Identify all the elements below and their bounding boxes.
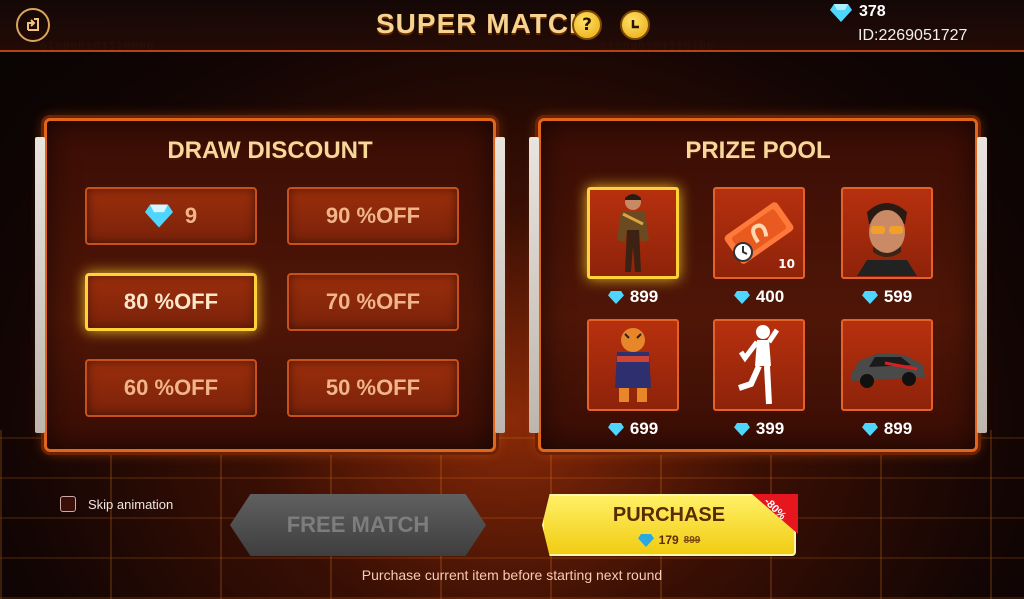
discount-option-90[interactable]: 90 %OFF — [287, 187, 459, 245]
prize-item-portrait[interactable] — [841, 187, 933, 279]
discount-label: 90 %OFF — [325, 203, 421, 228]
diamond-icon — [607, 290, 624, 304]
prize-item-car[interactable] — [841, 319, 933, 411]
skip-animation-label: Skip animation — [88, 496, 174, 512]
diamond-icon — [830, 4, 852, 22]
prize-price: 699 — [587, 419, 679, 439]
discount-label: 9 — [184, 203, 198, 228]
skip-animation-checkbox[interactable] — [60, 496, 76, 512]
prize-pool-panel: PRIZE POOL 10 899 400 599 699 399 899 — [529, 118, 987, 452]
footer-note: Purchase current item before starting ne… — [361, 567, 663, 583]
pet-tiger-icon — [615, 328, 651, 402]
top-bar: SUPER MATCH ? 378 ID:2269051727 — [0, 0, 1024, 52]
prize-price: 899 — [587, 287, 679, 307]
prize-item-character[interactable] — [587, 187, 679, 279]
diamond-icon — [144, 204, 173, 228]
discount-label: 60 %OFF — [123, 375, 219, 400]
diamond-icon — [861, 290, 878, 304]
purchase-price-value: 179 — [658, 533, 679, 547]
character-portrait-icon — [857, 203, 917, 276]
purchase-old-price: 899 — [683, 534, 701, 546]
prize-price: 400 — [713, 287, 805, 307]
gem-balance: 378 — [859, 3, 886, 20]
free-match-label: FREE MATCH — [286, 512, 430, 537]
purchase-button[interactable]: PURCHASE 179 899 — [542, 494, 796, 556]
price-value: 899 — [883, 419, 913, 438]
discount-option-60[interactable]: 60 %OFF — [85, 359, 257, 417]
prize-price: 599 — [841, 287, 933, 307]
help-button[interactable]: ? — [572, 10, 602, 40]
draw-discount-panel: DRAW DISCOUNT 9 90 %OFF 80 %OFF 70 %OFF … — [35, 118, 505, 452]
draw-discount-title: DRAW DISCOUNT — [167, 137, 373, 164]
history-button[interactable] — [620, 10, 650, 40]
discount-label: 80 %OFF — [123, 289, 219, 314]
price-value: 399 — [755, 419, 785, 438]
prize-item-pet[interactable] — [587, 319, 679, 411]
prize-pool-title: PRIZE POOL — [685, 137, 831, 164]
prize-item-ticket[interactable]: 10 — [713, 187, 805, 279]
price-value: 899 — [629, 287, 659, 306]
discount-label: 70 %OFF — [325, 289, 421, 314]
question-icon: ? — [582, 15, 592, 35]
discount-option-80[interactable]: 80 %OFF — [85, 273, 257, 331]
character-costume-icon — [617, 194, 649, 272]
ticket-count: 10 — [778, 257, 795, 271]
diamond-icon — [861, 422, 878, 436]
diamond-icon — [733, 290, 750, 304]
discount-option-70[interactable]: 70 %OFF — [287, 273, 459, 331]
discount-label: 50 %OFF — [325, 375, 421, 400]
prize-item-emote[interactable] — [713, 319, 805, 411]
free-match-button[interactable]: FREE MATCH — [230, 494, 486, 556]
discount-option-diamond-9[interactable]: 9 — [85, 187, 257, 245]
emote-icon — [738, 325, 780, 405]
back-button[interactable] — [16, 8, 50, 42]
diamond-icon — [607, 422, 624, 436]
prize-price: 399 — [713, 419, 805, 439]
prize-price: 899 — [841, 419, 933, 439]
skip-animation-toggle[interactable]: Skip animation — [60, 496, 173, 512]
page-title: SUPER MATCH — [376, 8, 591, 39]
clock-icon — [631, 20, 639, 29]
price-value: 400 — [755, 287, 785, 306]
price-value: 699 — [629, 419, 659, 438]
purchase-label: PURCHASE — [612, 504, 726, 526]
car-skin-icon — [851, 353, 925, 388]
player-id: ID:2269051727 — [858, 27, 968, 44]
price-value: 599 — [883, 287, 913, 306]
diamond-icon — [637, 533, 654, 547]
purchase-price: 179 899 — [544, 533, 794, 547]
back-icon — [27, 18, 39, 31]
diamond-icon — [733, 422, 750, 436]
discount-option-50[interactable]: 50 %OFF — [287, 359, 459, 417]
